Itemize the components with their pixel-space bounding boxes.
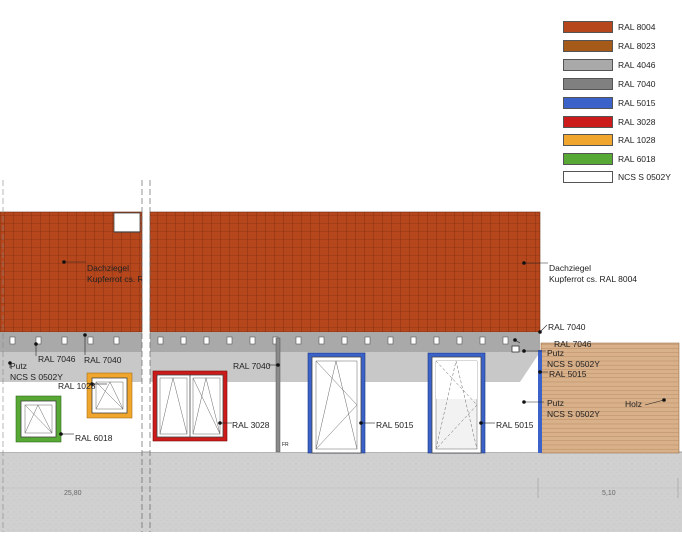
legend-label: NCS S 0502Y: [618, 172, 671, 182]
legend-label: RAL 5015: [618, 98, 656, 108]
label-roof-right: Dachziegel Kupferrot cs. RAL 8004: [549, 263, 638, 284]
legend-item-ral6018: RAL 6018: [563, 153, 678, 167]
legend-swatch: [563, 21, 613, 33]
label-holz: Holz: [625, 399, 643, 409]
legend-label: RAL 1028: [618, 135, 656, 145]
label-ral7040-left: RAL 7040: [84, 355, 122, 365]
label-ral3028: RAL 3028: [232, 420, 270, 430]
elevation-drawing: Dachziegel Kupferrot cs. RAL 8004 Dachzi…: [0, 0, 682, 532]
ground-area: [0, 452, 682, 532]
window-red: [152, 370, 228, 442]
label-ral7040-right: RAL 7040: [548, 322, 586, 332]
dimension-right: 5,10: [602, 490, 616, 497]
eave-band-left: [0, 332, 142, 352]
label-ral5015-a: RAL 5015: [376, 420, 414, 430]
legend-item-ral3028: RAL 3028: [563, 116, 678, 130]
legend-item-ral5015: RAL 5015: [563, 97, 678, 111]
gutter-box: [511, 345, 520, 353]
legend-item-ral8023: RAL 8023: [563, 40, 678, 54]
legend-label: RAL 4046: [618, 60, 656, 70]
legend-label: RAL 8004: [618, 22, 656, 32]
legend-swatch: [563, 134, 613, 146]
label-ral5015-right: RAL 5015: [549, 369, 587, 379]
legend-label: RAL 8023: [618, 41, 656, 51]
dimension-left: 25,80: [64, 490, 82, 497]
roof-window-left: [113, 212, 141, 233]
legend-swatch: [563, 78, 613, 90]
label-putz-right-top: Putz NCS S 0502Y: [547, 348, 600, 369]
label-putz-right: Putz NCS S 0502Y: [547, 398, 600, 419]
legend-swatch: [563, 116, 613, 128]
legend-item-ncs: NCS S 0502Y: [563, 171, 678, 185]
downpipe: [275, 337, 281, 453]
label-fr: FR: [282, 442, 289, 448]
door-blue-right: [427, 352, 486, 454]
legend-swatch: [563, 97, 613, 109]
legend-swatch: [563, 40, 613, 52]
legend-label: RAL 6018: [618, 154, 656, 164]
legend-swatch: [563, 153, 613, 165]
legend-label: RAL 3028: [618, 117, 656, 127]
blue-trim: [538, 350, 542, 453]
legend-swatch: [563, 59, 613, 71]
label-ral7040-pipe: RAL 7040: [233, 361, 271, 371]
label-roof-left: Dachziegel Kupferrot cs. RAL 8004: [87, 263, 142, 284]
label-ral7046-left: RAL 7046: [38, 354, 76, 364]
legend-item-ral7040: RAL 7040: [563, 78, 678, 92]
window-green: [15, 395, 62, 443]
label-ral1028: RAL 1028: [58, 381, 96, 391]
legend-item-ral1028: RAL 1028: [563, 134, 678, 148]
door-blue-left: [307, 352, 366, 454]
window-orange: [86, 372, 133, 419]
label-ral5015-b: RAL 5015: [496, 420, 534, 430]
legend-label: RAL 7040: [618, 79, 656, 89]
roof-right: [149, 211, 541, 333]
legend-swatch: [563, 171, 613, 183]
label-ral6018: RAL 6018: [75, 433, 113, 443]
legend-item-ral8004: RAL 8004: [563, 21, 678, 35]
legend-item-ral4046: RAL 4046: [563, 59, 678, 73]
